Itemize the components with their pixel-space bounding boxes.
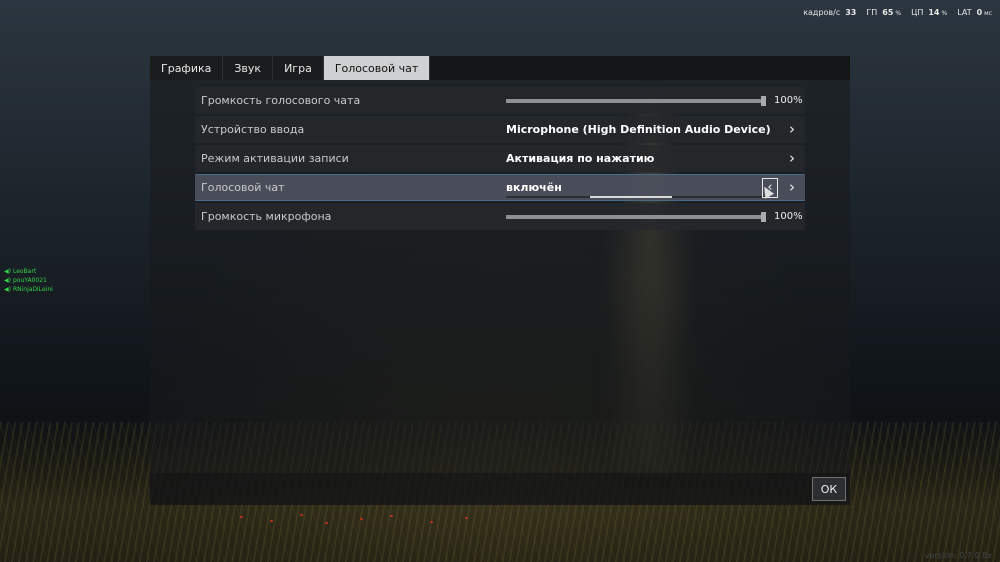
option-indicator [590,196,672,198]
tab-voice-chat[interactable]: Голосовой чат [323,56,431,80]
activation-mode-value: Активация по нажатию [506,152,655,165]
voice-player: ◀) RNinjaDiLeini [4,286,53,293]
setting-label: Громкость микрофона [201,210,332,223]
speaker-icon: ◀) [4,277,11,284]
speaker-icon: ◀) [4,268,11,275]
speaker-icon: ◀) [4,286,11,293]
gpu-label: ГП [866,8,878,17]
setting-label: Режим активации записи [201,152,349,165]
gpu-value: 65 [882,8,894,17]
lat-value: 0 [976,8,983,17]
setting-voice-volume: Громкость голосового чата 100% [195,87,805,114]
voice-player-list: ◀) LeoBart ◀) pouYA0021 ◀) RNinjaDiLeini [4,267,53,294]
fps-value: 33 [845,8,857,17]
tab-sound[interactable]: Звук [223,56,274,80]
tab-graphics[interactable]: Графика [150,56,224,80]
setting-label: Голосовой чат [201,181,285,194]
cpu-label: ЦП [911,8,924,17]
lat-unit: мс [984,10,992,17]
mic-volume-value: 100% [774,211,803,222]
setting-label: Устройство ввода [201,123,305,136]
fps-label: кадров/с [803,8,841,17]
voice-chat-value: включён [506,181,562,194]
voice-volume-slider[interactable] [506,96,766,106]
version-text: version: 0.7.0.8x [924,551,992,560]
chevron-right-icon[interactable]: › [789,151,795,166]
background-embers [230,512,490,532]
input-device-value: Microphone (High Definition Audio Device… [506,123,771,136]
chevron-right-icon[interactable]: › [789,180,795,195]
tab-game[interactable]: Игра [273,56,324,80]
mic-volume-slider[interactable] [506,212,766,222]
voice-player: ◀) pouYA0021 [4,277,47,284]
setting-label: Громкость голосового чата [201,94,361,107]
setting-activation-mode[interactable]: Режим активации записи Активация по нажа… [195,145,805,172]
slider-thumb[interactable] [761,96,766,106]
ok-button[interactable]: ОК [812,477,846,501]
setting-mic-volume: Громкость микрофона 100% [195,203,805,230]
voice-volume-value: 100% [774,95,803,106]
slider-thumb[interactable] [761,212,766,222]
setting-input-device[interactable]: Устройство ввода Microphone (High Defini… [195,116,805,143]
chevron-right-icon[interactable]: › [789,122,795,137]
slider-fill [506,215,766,219]
voice-player: ◀) LeoBart [4,268,37,275]
setting-voice-chat[interactable]: Голосовой чат включён ‹ › [195,174,805,201]
gpu-unit: % [895,10,902,17]
performance-hud: кадров/с 33 ГП 65% ЦП 14% LAT 0 мс [803,8,992,17]
lat-label: LAT [957,8,972,17]
cpu-unit: % [941,10,948,17]
slider-fill [506,99,766,103]
settings-list: Громкость голосового чата 100% Устройств… [195,87,805,232]
settings-footer: ОК [150,473,850,505]
settings-tabs: Графика Звук Игра Голосовой чат [150,56,850,80]
cpu-value: 14 [928,8,940,17]
